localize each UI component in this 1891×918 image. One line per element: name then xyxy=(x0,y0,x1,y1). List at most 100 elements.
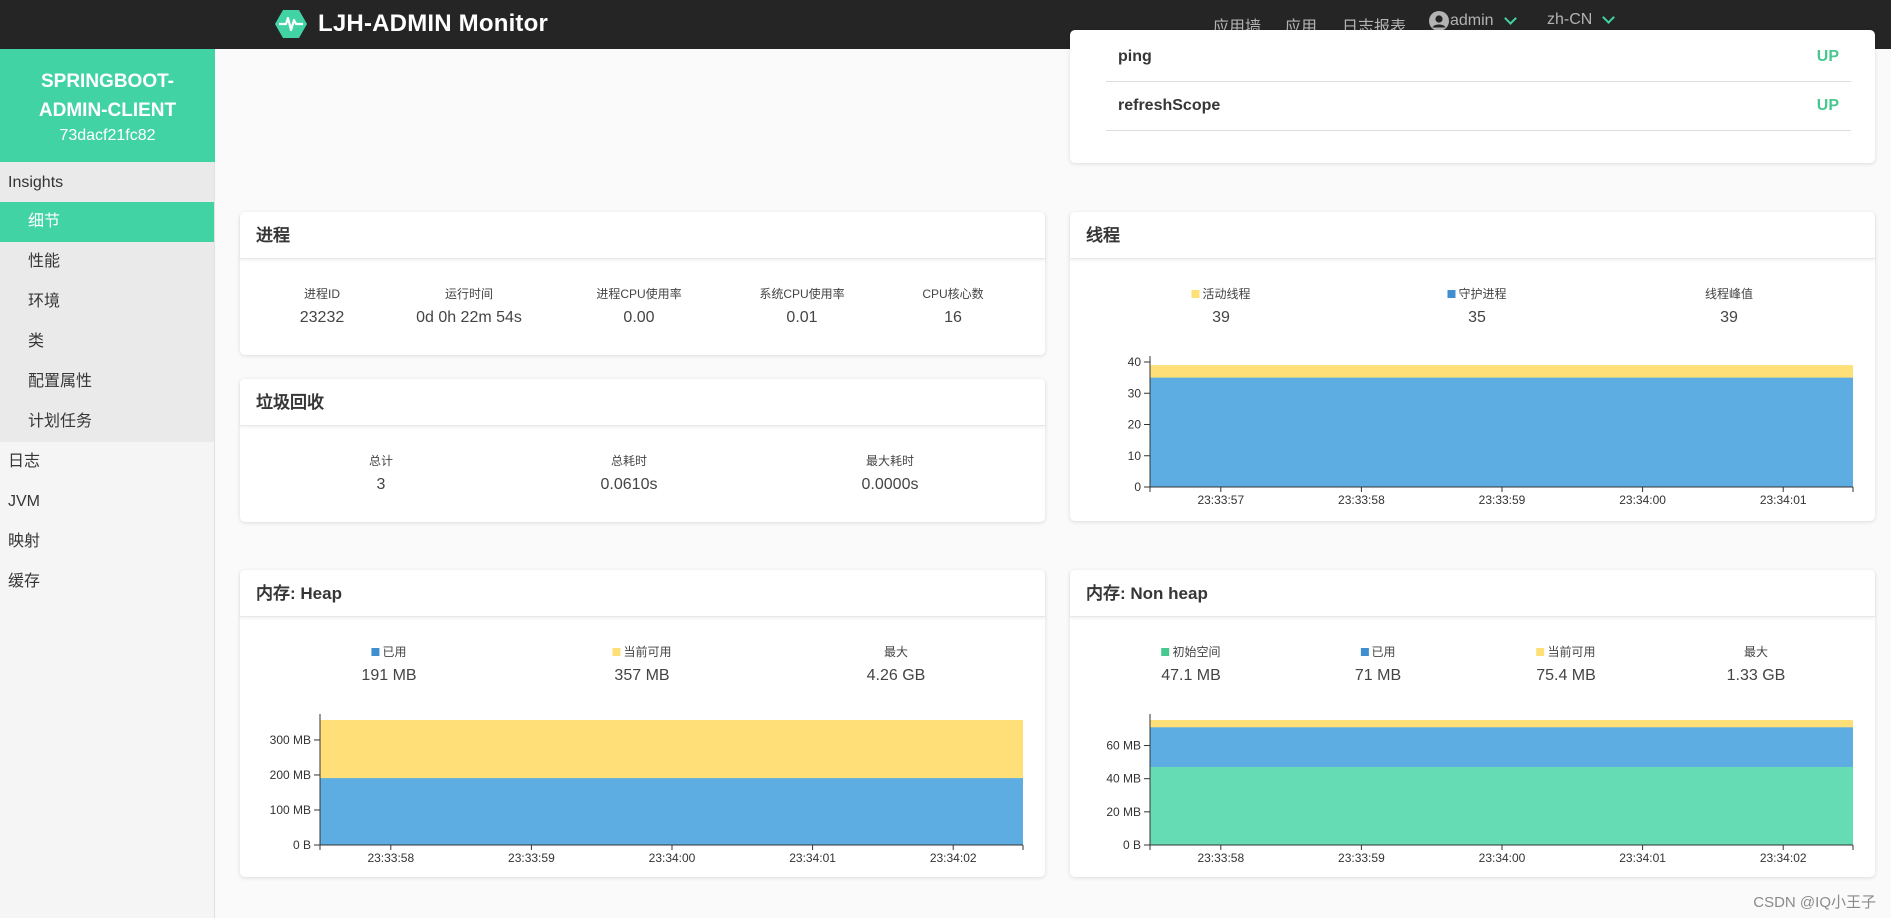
stat-process-id: 进程ID 23232 xyxy=(300,285,345,327)
stat-label: 初始空间 xyxy=(1161,643,1221,660)
stat-label: CPU核心数 xyxy=(922,287,984,301)
health-row-ping: ping UP xyxy=(1106,34,1851,82)
health-row-refreshscope: refreshScope UP xyxy=(1106,83,1851,131)
legend-swatch xyxy=(1191,289,1200,298)
user-avatar-icon xyxy=(1429,11,1449,31)
y-tick-label: 100 MB xyxy=(270,803,311,817)
stat-nonheap-committed: 当前可用 75.4 MB xyxy=(1536,643,1596,685)
y-tick-label: 0 B xyxy=(1123,838,1141,852)
x-tick-label: 23:34:00 xyxy=(1619,493,1666,507)
sidebar-item-environment[interactable]: 环境 xyxy=(0,282,214,322)
x-tick-label: 23:33:59 xyxy=(1338,851,1385,865)
stat-gc-count: 总计 3 xyxy=(369,452,393,494)
area-series-初始空间 xyxy=(1150,766,1853,845)
gc-card: 垃圾回收 总计 3 总耗时 0.0610s 最大耗时 0.0000s xyxy=(240,379,1045,522)
heap-card: 内存: Heap 已用 191 MB 当前可用 357 MB 最大 4.26 G… xyxy=(240,570,1045,877)
language-label: zh-CN xyxy=(1547,11,1593,28)
heartbeat-logo-icon xyxy=(275,10,307,38)
stat-peak-threads: 线程峰值 39 xyxy=(1705,285,1753,327)
stat-nonheap-max: 最大 1.33 GB xyxy=(1727,643,1786,685)
nonheap-card: 内存: Non heap 初始空间 47.1 MB 已用 71 MB 当前可用 … xyxy=(1070,570,1875,877)
y-tick-label: 0 B xyxy=(293,838,311,852)
sidebar-item-scheduledtasks[interactable]: 计划任务 xyxy=(0,402,214,442)
legend-label: 当前可用 xyxy=(623,645,672,659)
legend-label: 最大 xyxy=(883,645,909,659)
stat-gc-max-time: 最大耗时 0.0000s xyxy=(862,452,919,494)
legend-label: 线程峰值 xyxy=(1704,287,1754,301)
stat-cpu-cores: CPU核心数 16 xyxy=(922,285,983,327)
process-card-title: 进程 xyxy=(240,212,1045,259)
instance-id: 73dacf21fc82 xyxy=(59,127,156,144)
sidebar-item-details[interactable]: 细节 xyxy=(0,202,214,242)
x-tick-label: 23:34:01 xyxy=(1619,851,1666,865)
sidebar-item-jvm[interactable]: JVM xyxy=(0,482,214,522)
language-menu[interactable]: zh-CN xyxy=(1547,11,1616,29)
threads-chart: 23:33:57 23:33:58 23:33:59 23:34:00 23:34:01… xyxy=(1128,355,1854,507)
stat-label: 当前可用 xyxy=(1536,643,1596,660)
legend-swatch xyxy=(1161,647,1170,656)
stat-label: 已用 xyxy=(1355,643,1401,660)
x-tick-label: 23:33:59 xyxy=(1479,493,1526,507)
stat-value: 0.00 xyxy=(623,309,655,326)
legend-label: 初始空间 xyxy=(1172,645,1221,659)
sidebar-item-mappings[interactable]: 映射 xyxy=(0,522,214,562)
stat-label: 最大 xyxy=(867,643,926,660)
x-tick-label: 23:34:01 xyxy=(1760,493,1807,507)
x-tick-label: 23:33:58 xyxy=(1338,493,1385,507)
sidebar-item-configprops[interactable]: 配置属性 xyxy=(0,362,214,402)
y-tick-label: 0 xyxy=(1134,480,1141,494)
area-series-守护进程 xyxy=(1150,377,1853,487)
stat-label: 系统CPU使用率 xyxy=(759,287,845,301)
x-tick-label: 23:33:59 xyxy=(508,851,555,865)
watermark: CSDN @IQ小王子 xyxy=(1753,894,1876,911)
chevron-down-icon xyxy=(1602,11,1616,24)
heap-card-title: 内存: Heap xyxy=(240,570,1045,617)
nonheap-chart: 23:33:58 23:33:59 23:34:00 23:34:01 23:34:02… xyxy=(1106,714,1854,865)
legend-swatch xyxy=(1447,289,1456,298)
stat-heap-committed: 当前可用 357 MB xyxy=(612,643,672,685)
x-tick-label: 23:34:00 xyxy=(1479,851,1526,865)
stat-value: 0.0610s xyxy=(600,476,658,493)
y-tick-label: 20 xyxy=(1128,418,1142,432)
sidebar-item-caches[interactable]: 缓存 xyxy=(0,562,214,602)
legend-label: 最大 xyxy=(1743,645,1769,659)
legend-swatch xyxy=(612,647,621,656)
stat-label: 最大 xyxy=(1727,643,1786,660)
stat-label: 活动线程 xyxy=(1191,285,1251,302)
health-name: ping xyxy=(1118,48,1152,65)
brand[interactable]: LJH-ADMIN Monitor xyxy=(275,7,548,41)
instance-header: SPRINGBOOT-ADMIN-CLIENT 73dacf21fc82 xyxy=(0,49,215,162)
legend-label: 已用 xyxy=(1371,645,1396,659)
legend-swatch xyxy=(1536,647,1545,656)
app-title: LJH-ADMIN Monitor xyxy=(318,10,549,37)
threads-card: 线程 活动线程 39 守护进程 35 线程峰值 39 23:33:57 23:33… xyxy=(1070,212,1875,521)
stat-label: 运行时间 xyxy=(444,287,494,301)
stat-system-cpu: 系统CPU使用率 0.01 xyxy=(759,285,844,327)
sidebar-item-metrics[interactable]: 性能 xyxy=(0,242,214,282)
x-tick-label: 23:34:02 xyxy=(930,851,977,865)
x-tick-label: 23:33:57 xyxy=(1197,493,1244,507)
stat-live-threads: 活动线程 39 xyxy=(1191,285,1251,327)
health-name: refreshScope xyxy=(1118,97,1221,114)
chevron-down-icon xyxy=(1503,12,1517,25)
sidebar-item-logging[interactable]: 日志 xyxy=(0,442,214,482)
stat-value: 16 xyxy=(944,309,962,326)
legend-label: 当前可用 xyxy=(1547,645,1596,659)
x-tick-label: 23:33:58 xyxy=(1197,851,1244,865)
user-menu[interactable]: admin xyxy=(1429,11,1517,31)
sidebar-item-beans[interactable]: 类 xyxy=(0,322,214,362)
stat-label: 线程峰值 xyxy=(1705,285,1753,302)
x-tick-label: 23:34:02 xyxy=(1760,851,1807,865)
stat-value: 0d 0h 22m 54s xyxy=(416,309,522,326)
sidebar-section-insights[interactable]: Insights xyxy=(0,162,214,202)
nonheap-card-title: 内存: Non heap xyxy=(1070,570,1875,617)
stat-label: 总耗时 xyxy=(610,454,647,468)
stat-uptime: 运行时间 0d 0h 22m 54s xyxy=(416,285,522,327)
stat-label: 当前可用 xyxy=(612,643,672,660)
stat-value: 23232 xyxy=(299,309,345,326)
y-tick-label: 10 xyxy=(1128,449,1142,463)
legend-label: 守护进程 xyxy=(1458,287,1507,301)
y-tick-label: 200 MB xyxy=(270,768,311,782)
y-tick-label: 60 MB xyxy=(1106,739,1141,753)
legend-label: 活动线程 xyxy=(1202,287,1251,301)
